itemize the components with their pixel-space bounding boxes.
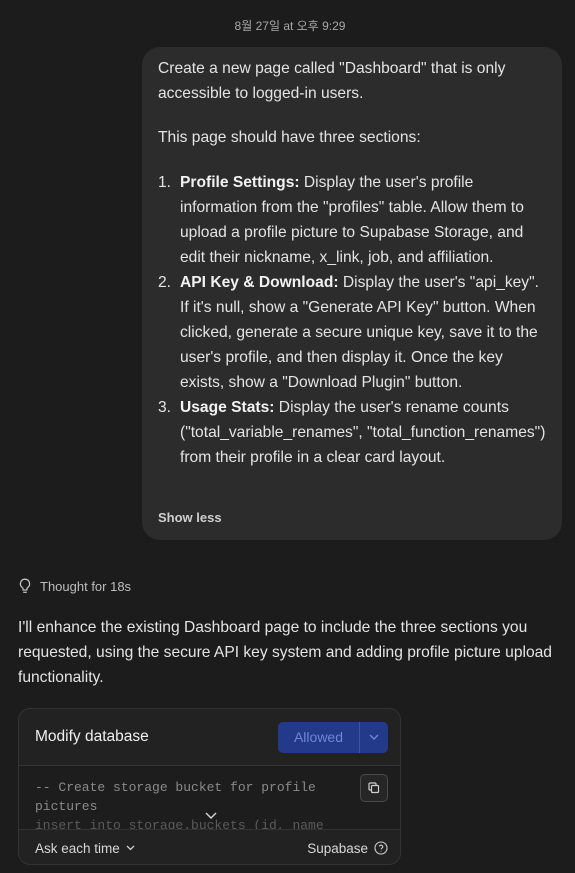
allowed-button[interactable]: Allowed bbox=[277, 721, 388, 753]
permission-label: Ask each time bbox=[35, 840, 120, 856]
copy-button[interactable] bbox=[360, 774, 388, 802]
list-item: 1. Profile Settings: Display the user's … bbox=[158, 170, 546, 270]
tool-call-card: Modify database Allowed -- Create storag… bbox=[18, 708, 401, 865]
chevron-down-icon bbox=[126, 845, 135, 851]
list-number: 3. bbox=[158, 399, 172, 416]
lightbulb-icon bbox=[19, 578, 31, 593]
chevron-down-icon bbox=[369, 734, 379, 740]
thought-indicator[interactable]: Thought for 18s bbox=[18, 578, 131, 594]
permission-dropdown[interactable]: Ask each time bbox=[35, 841, 135, 856]
list-item: 2. API Key & Download: Display the user'… bbox=[158, 270, 546, 395]
help-circle-icon bbox=[374, 841, 388, 855]
message-timestamp: 8월 27일 at 오후 9:29 bbox=[234, 19, 346, 33]
code-block: -- Create storage bucket for profile pic… bbox=[35, 778, 335, 829]
message-intro: Create a new page called "Dashboard" tha… bbox=[158, 60, 506, 102]
list-item: 3. Usage Stats: Display the user's renam… bbox=[158, 395, 546, 470]
tool-card-footer: Ask each time Supabase bbox=[19, 829, 400, 864]
sections-list: 1. Profile Settings: Display the user's … bbox=[158, 170, 546, 470]
list-number: 2. bbox=[158, 274, 172, 291]
thought-label: Thought for 18s bbox=[40, 578, 132, 594]
code-line: insert into storage.buckets (id, name bbox=[35, 818, 324, 829]
copy-icon bbox=[368, 782, 380, 794]
user-message-bubble: Create a new page called "Dashboard" tha… bbox=[142, 47, 562, 540]
list-item-title: Profile Settings: bbox=[180, 174, 300, 191]
list-item-title: Usage Stats: bbox=[180, 399, 275, 416]
provider-label: Supabase bbox=[307, 840, 368, 856]
code-line: -- Create storage bucket for profile pic… bbox=[35, 780, 324, 814]
allowed-dropdown-toggle[interactable] bbox=[360, 722, 388, 753]
tool-card-header: Modify database Allowed bbox=[19, 709, 400, 766]
message-sections-intro: This page should have three sections: bbox=[158, 129, 421, 146]
allowed-label[interactable]: Allowed bbox=[278, 722, 359, 753]
chevron-down-icon bbox=[205, 812, 217, 820]
list-number: 1. bbox=[158, 174, 172, 191]
expand-code-button[interactable] bbox=[205, 806, 217, 824]
provider-info[interactable]: Supabase bbox=[307, 841, 388, 856]
show-less-button[interactable]: Show less bbox=[158, 505, 222, 530]
list-item-text: Display the user's "api_key". If it's nu… bbox=[180, 274, 539, 391]
assistant-reply: I'll enhance the existing Dashboard page… bbox=[18, 619, 552, 686]
list-item-title: API Key & Download: bbox=[180, 274, 339, 291]
tool-card-title: Modify database bbox=[35, 728, 149, 745]
code-preview[interactable]: -- Create storage bucket for profile pic… bbox=[19, 766, 400, 829]
